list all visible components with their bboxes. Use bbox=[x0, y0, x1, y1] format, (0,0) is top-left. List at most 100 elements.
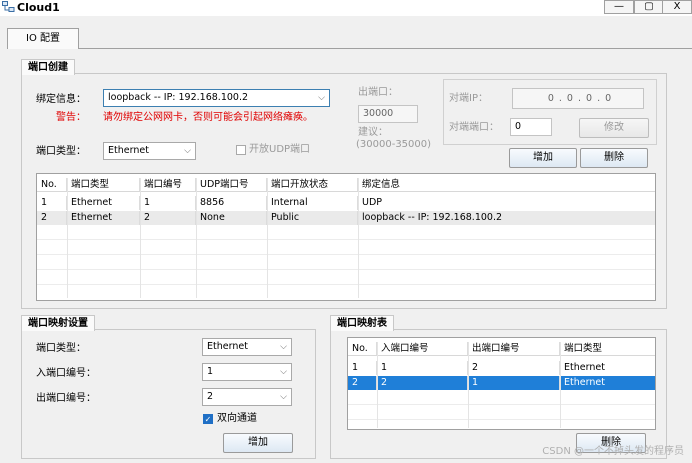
port-type-value: Ethernet bbox=[108, 145, 149, 156]
suggest-range: (30000-35000) bbox=[356, 139, 432, 150]
empty-row bbox=[37, 241, 655, 255]
peer-ip-input[interactable]: 0 . 0 . 0 . 0 bbox=[512, 88, 644, 109]
table-row[interactable]: 2 Ethernet 2 None Public loopback -- IP:… bbox=[37, 211, 655, 225]
table-header: No. 入端口编号 出端口编号 端口类型 bbox=[348, 342, 655, 356]
column-line bbox=[67, 178, 68, 298]
port-type-select[interactable]: Ethernet ⌵ bbox=[103, 142, 196, 160]
column-header: 端口类型 bbox=[67, 178, 140, 191]
warning-text: 请勿绑定公网网卡，否则可能会引起网络瘫痪。 bbox=[103, 112, 313, 123]
port-create-title: 端口创建 bbox=[21, 59, 75, 75]
chevron-down-icon: ⌵ bbox=[184, 146, 191, 156]
table-cell: 1 bbox=[377, 361, 468, 375]
close-button[interactable]: X bbox=[662, 0, 692, 14]
port-type-label: 端口类型： bbox=[36, 146, 86, 157]
cloud-app-icon bbox=[2, 1, 15, 13]
port-map-settings-title: 端口映射设置 bbox=[21, 315, 95, 331]
empty-row bbox=[37, 256, 655, 270]
column-line bbox=[267, 178, 268, 298]
table-cell: None bbox=[196, 211, 267, 225]
column-header: 出端口编号 bbox=[468, 342, 560, 355]
out-port-map-label: 出端口编号： bbox=[36, 393, 96, 404]
column-header: 端口类型 bbox=[564, 343, 603, 354]
column-header: 绑定信息 bbox=[362, 179, 401, 190]
in-port-select[interactable]: 1 ⌵ bbox=[202, 363, 292, 381]
table-cell: UDP bbox=[362, 197, 382, 208]
chevron-down-icon: ⌵ bbox=[280, 392, 287, 402]
title-bar bbox=[0, 0, 692, 16]
bidirectional-label: 双向通道 bbox=[217, 413, 257, 424]
table-cell: 1 bbox=[140, 196, 196, 210]
port-map-table-title: 端口映射表 bbox=[330, 315, 394, 331]
column-header: 端口开放状态 bbox=[267, 178, 358, 191]
column-header: No. bbox=[348, 342, 377, 355]
bind-info-label: 绑定信息： bbox=[36, 94, 86, 105]
open-udp-label: 开放UDP端口 bbox=[249, 144, 311, 155]
table-row[interactable]: 1 Ethernet 1 8856 Internal UDP bbox=[37, 196, 655, 210]
window-title: Cloud1 bbox=[17, 1, 60, 14]
table-cell: 2 bbox=[140, 211, 196, 225]
table-header: No. 端口类型 端口编号 UDP端口号 端口开放状态 绑定信息 bbox=[37, 178, 655, 192]
column-header: 端口编号 bbox=[140, 178, 196, 191]
out-port-input[interactable]: 30000 bbox=[358, 105, 418, 123]
empty-row bbox=[37, 271, 655, 285]
bind-info-value: loopback -- IP: 192.168.100.2 bbox=[108, 92, 249, 103]
column-line bbox=[377, 342, 378, 428]
table-cell: 1 bbox=[37, 196, 67, 210]
in-port-value: 1 bbox=[207, 366, 214, 377]
table-cell: Ethernet bbox=[564, 362, 605, 373]
column-header: UDP端口号 bbox=[196, 178, 267, 191]
delete-port-button[interactable]: 删除 bbox=[580, 148, 648, 168]
warning-label: 警告： bbox=[56, 112, 86, 123]
chevron-down-icon: ⌵ bbox=[318, 93, 325, 103]
table-cell: Ethernet bbox=[67, 196, 140, 210]
peer-ip-label: 对端IP： bbox=[449, 93, 488, 104]
out-port-label: 出端口： bbox=[358, 87, 398, 98]
bidirectional-checkbox[interactable]: ✓ bbox=[203, 414, 213, 424]
empty-row bbox=[37, 226, 655, 240]
peer-port-label: 对端端口： bbox=[449, 122, 499, 133]
table-cell: 2 bbox=[468, 361, 560, 375]
out-port-map-value: 2 bbox=[207, 391, 214, 402]
column-line bbox=[140, 178, 141, 298]
table-cell: Ethernet bbox=[67, 211, 140, 225]
modify-button[interactable]: 修改 bbox=[579, 118, 649, 138]
peer-port-input[interactable]: 0 bbox=[510, 118, 552, 136]
column-line bbox=[358, 178, 359, 298]
table-row-selected[interactable]: 2 2 1 Ethernet bbox=[348, 376, 655, 390]
map-port-type-select[interactable]: Ethernet ⌵ bbox=[202, 338, 292, 356]
minimize-button[interactable]: — bbox=[604, 0, 634, 14]
table-cell: Internal bbox=[267, 196, 358, 210]
table-cell: 2 bbox=[348, 376, 377, 390]
out-port-map-select[interactable]: 2 ⌵ bbox=[202, 388, 292, 406]
column-line bbox=[196, 178, 197, 298]
table-cell: Ethernet bbox=[564, 377, 605, 388]
column-line bbox=[560, 342, 561, 428]
bind-info-select[interactable]: loopback -- IP: 192.168.100.2 ⌵ bbox=[103, 89, 330, 107]
chevron-down-icon: ⌵ bbox=[280, 342, 287, 352]
port-table: No. 端口类型 端口编号 UDP端口号 端口开放状态 绑定信息 1 Ether… bbox=[36, 173, 656, 301]
column-header: 入端口编号 bbox=[377, 342, 468, 355]
watermark: CSDN @一个不掉头发的程序员 bbox=[542, 446, 684, 457]
empty-row bbox=[348, 391, 655, 405]
add-mapping-button[interactable]: 增加 bbox=[223, 433, 293, 453]
maximize-button[interactable]: ▢ bbox=[634, 0, 664, 14]
port-map-table: No. 入端口编号 出端口编号 端口类型 1 1 2 Ethernet 2 2 … bbox=[347, 337, 656, 430]
empty-row bbox=[348, 406, 655, 420]
table-cell: Public bbox=[267, 211, 358, 225]
chevron-down-icon: ⌵ bbox=[280, 367, 287, 377]
open-udp-checkbox[interactable] bbox=[236, 145, 246, 155]
table-cell: 1 bbox=[468, 376, 560, 390]
map-port-type-label: 端口类型： bbox=[36, 343, 86, 354]
column-line bbox=[468, 342, 469, 428]
tab-io-config[interactable]: IO 配置 bbox=[7, 28, 79, 49]
table-cell: 8856 bbox=[196, 196, 267, 210]
map-port-type-value: Ethernet bbox=[207, 341, 248, 352]
add-port-button[interactable]: 增加 bbox=[509, 148, 577, 168]
in-port-label: 入端口编号： bbox=[36, 368, 96, 379]
table-cell: 1 bbox=[348, 361, 377, 375]
table-cell: 2 bbox=[37, 211, 67, 225]
column-header: No. bbox=[37, 178, 67, 191]
table-cell: loopback -- IP: 192.168.100.2 bbox=[362, 212, 503, 223]
table-cell: 2 bbox=[377, 376, 468, 390]
table-row[interactable]: 1 1 2 Ethernet bbox=[348, 361, 655, 375]
